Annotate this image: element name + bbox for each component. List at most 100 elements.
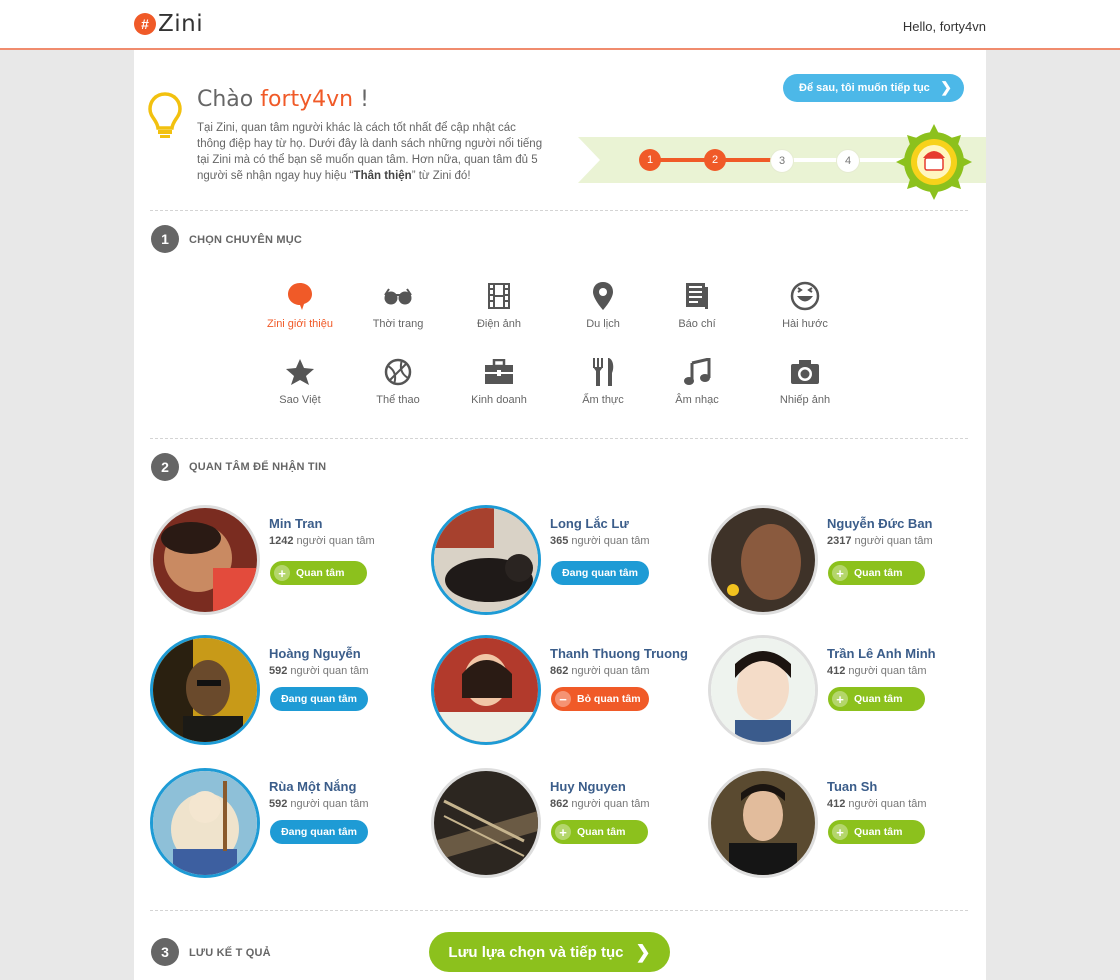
category-item[interactable]: Zini giới thiệu: [255, 280, 345, 330]
category-item[interactable]: Kinh doanh: [454, 356, 544, 406]
chevron-right-icon: ❯: [940, 79, 952, 95]
person-name[interactable]: Trần Lê Anh Minh: [827, 646, 936, 661]
basketball-icon: [353, 356, 443, 388]
person-name[interactable]: Rùa Một Nắng: [269, 779, 356, 794]
follow-button[interactable]: + Quan tâm: [551, 820, 648, 844]
category-item[interactable]: Âm nhạc: [652, 356, 742, 406]
following-button[interactable]: Đang quan tâm: [270, 820, 368, 844]
section-divider: [150, 910, 968, 911]
follow-button[interactable]: + Quan tâm: [270, 561, 367, 585]
skip-button[interactable]: Để sau, tôi muốn tiếp tục ❯: [783, 74, 964, 102]
person-name[interactable]: Min Tran: [269, 516, 322, 531]
zini-bubble-icon: [255, 280, 345, 312]
newspaper-icon: [652, 280, 742, 312]
progress-step-4: 4: [836, 149, 860, 173]
sunglasses-icon: [353, 280, 443, 312]
follower-count: 412 người quan tâm: [827, 798, 927, 810]
chevron-right-icon: ❯: [635, 941, 651, 962]
camera-icon: [760, 356, 850, 388]
follower-count: 592 người quan tâm: [269, 798, 369, 810]
category-label: Du lịch: [586, 318, 620, 330]
save-continue-button[interactable]: Lưu lựa chọn và tiếp tục ❯: [429, 932, 670, 972]
zini-logo-icon: #: [134, 13, 156, 35]
avatar[interactable]: [431, 505, 541, 615]
follower-count: 862 người quan tâm: [550, 798, 650, 810]
greeting-username: forty4vn: [260, 87, 354, 112]
category-item[interactable]: Sao Việt: [255, 356, 345, 406]
section-3-number: 3: [151, 938, 179, 966]
plus-icon: +: [832, 691, 848, 707]
avatar[interactable]: [708, 635, 818, 745]
section-2-number: 2: [151, 453, 179, 481]
progress-step-1: 1: [639, 149, 661, 171]
avatar[interactable]: [150, 505, 260, 615]
fork-knife-icon: [558, 356, 648, 388]
user-greeting[interactable]: Hello, forty4vn: [903, 19, 986, 34]
star-icon: [255, 356, 345, 388]
following-button[interactable]: Đang quan tâm: [551, 561, 649, 585]
category-item[interactable]: Nhiếp ảnh: [760, 356, 850, 406]
avatar[interactable]: [150, 768, 260, 878]
follow-button[interactable]: + Quan tâm: [828, 561, 925, 585]
avatar[interactable]: [708, 768, 818, 878]
category-label: Thời trang: [372, 318, 424, 330]
category-item[interactable]: Điện ảnh: [454, 280, 544, 330]
plus-icon: +: [832, 565, 848, 581]
avatar[interactable]: [150, 635, 260, 745]
category-item[interactable]: Hài hước: [760, 280, 850, 330]
zini-logo[interactable]: # Zini: [134, 10, 203, 38]
section-1-title: CHỌN CHUYÊN MỤC: [189, 234, 302, 246]
section-1-number: 1: [151, 225, 179, 253]
section-divider: [150, 438, 968, 439]
laughing-face-icon: [760, 280, 850, 312]
progress-step-3: 3: [770, 149, 794, 173]
plus-icon: +: [832, 824, 848, 840]
category-label: Zini giới thiệu: [267, 318, 333, 330]
follower-count: 365 người quan tâm: [550, 535, 650, 547]
category-item[interactable]: Ẩm thực: [558, 356, 648, 406]
top-bar: # Zini Hello, forty4vn: [0, 0, 1120, 50]
film-icon: [454, 280, 544, 312]
follower-count: 592 người quan tâm: [269, 665, 369, 677]
following-button[interactable]: Đang quan tâm: [270, 687, 368, 711]
badge-name: Thân thiện: [353, 170, 412, 182]
avatar[interactable]: [708, 505, 818, 615]
category-label: Thể thao: [376, 394, 420, 406]
section-2-title: QUAN TÂM ĐỂ NHẬN TIN: [189, 461, 327, 473]
category-item[interactable]: Thể thao: [353, 356, 443, 406]
avatar[interactable]: [431, 635, 541, 745]
music-note-icon: [652, 356, 742, 388]
follower-count: 2317 người quan tâm: [827, 535, 933, 547]
category-label: Sao Việt: [279, 394, 321, 406]
follow-button[interactable]: + Quan tâm: [828, 687, 925, 711]
category-label: Âm nhạc: [675, 394, 719, 406]
person-name[interactable]: Hoàng Nguyễn: [269, 646, 361, 661]
category-item[interactable]: Du lịch: [558, 280, 648, 330]
person-name[interactable]: Long Lắc Lư: [550, 516, 629, 531]
person-name[interactable]: Thanh Thuong Truong: [550, 646, 688, 661]
category-label: Ẩm thực: [582, 394, 624, 406]
intro-text: Tại Zini, quan tâm người khác là cách tố…: [197, 122, 543, 182]
unfollow-button[interactable]: − Bỏ quan tâm: [551, 687, 649, 711]
plus-icon: +: [555, 824, 571, 840]
person-name[interactable]: Tuan Sh: [827, 779, 877, 794]
progress-step-2: 2: [704, 149, 726, 171]
person-name[interactable]: Huy Nguyen: [550, 779, 626, 794]
follower-count: 862 người quan tâm: [550, 665, 650, 677]
friendly-badge-icon: [896, 124, 972, 200]
greeting-title: Chào forty4vn !: [197, 87, 369, 112]
follow-button[interactable]: + Quan tâm: [828, 820, 925, 844]
category-label: Điện ảnh: [476, 318, 522, 330]
category-item[interactable]: Thời trang: [353, 280, 443, 330]
lightbulb-icon: [148, 92, 182, 138]
map-pin-icon: [558, 280, 648, 312]
person-name[interactable]: Nguyễn Đức Ban: [827, 516, 933, 531]
avatar[interactable]: [431, 768, 541, 878]
category-label: Kinh doanh: [471, 394, 527, 406]
follower-count: 1242 người quan tâm: [269, 535, 375, 547]
plus-icon: +: [274, 565, 290, 581]
category-item[interactable]: Báo chí: [652, 280, 742, 330]
category-label: Báo chí: [678, 318, 716, 330]
category-label: Hài hước: [782, 318, 828, 330]
briefcase-icon: [454, 356, 544, 388]
